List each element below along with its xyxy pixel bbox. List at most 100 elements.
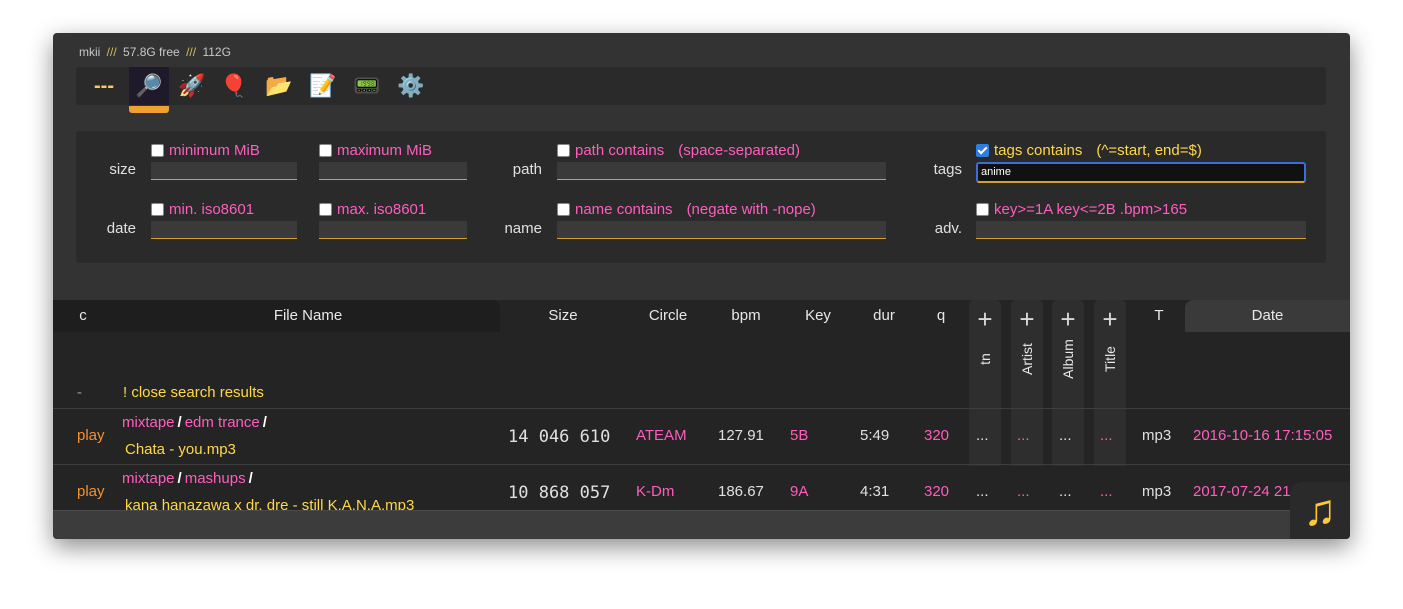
date-label: date <box>86 220 136 237</box>
path-breadcrumb: mixtape/edm trance/ <box>122 414 270 431</box>
path-filter: path contains(space-separated) <box>557 142 886 180</box>
title-value: ... <box>1100 427 1113 444</box>
col-tn-label: tn <box>977 353 993 365</box>
adv-checkbox[interactable] <box>976 203 989 216</box>
add-title-icon[interactable]: + <box>1094 304 1126 334</box>
col-key[interactable]: Key <box>796 300 840 332</box>
balloon-icon[interactable]: 🎈 <box>214 67 254 105</box>
path-breadcrumb: mixtape/mashups/ <box>122 470 256 487</box>
col-dur[interactable]: dur <box>863 300 905 332</box>
name-hint: (negate with -nope) <box>687 201 816 218</box>
key-value: 5B <box>790 427 808 444</box>
play-button[interactable]: play <box>77 483 105 500</box>
col-bpm[interactable]: bpm <box>721 300 771 332</box>
path-checkbox[interactable] <box>557 144 570 157</box>
type-value: mp3 <box>1142 483 1171 500</box>
play-button[interactable]: play <box>77 427 105 444</box>
key-value: 9A <box>790 483 808 500</box>
disk-info: mkii /// 57.8G free /// 112G <box>79 45 231 59</box>
col-file-name[interactable]: File Name <box>203 300 413 332</box>
col-title-label: Title <box>1102 346 1118 372</box>
name-filter: name contains(negate with -nope) <box>557 201 886 239</box>
dash-button[interactable]: --- <box>84 67 124 105</box>
table-row: play mixtape/edm trance/ Chata - you.mp3… <box>53 408 1350 465</box>
adv-input[interactable] <box>976 221 1306 239</box>
dir-link[interactable]: mixtape <box>122 414 175 431</box>
disk-free: 57.8G free <box>123 45 180 59</box>
min-date-filter: min. iso8601 <box>151 201 297 239</box>
col-album-label: Album <box>1060 339 1076 379</box>
adv-hint-label: key>=1A key<=2B .bpm>165 <box>994 201 1187 218</box>
music-note-icon[interactable]: ♫ <box>1290 482 1350 539</box>
min-date-checkbox[interactable] <box>151 203 164 216</box>
path-slash: / <box>178 470 182 487</box>
col-t[interactable]: T <box>1143 300 1175 332</box>
path-slash: / <box>178 414 182 431</box>
min-mib-checkbox[interactable] <box>151 144 164 157</box>
date-value: 2016-10-16 17:15:05 <box>1193 427 1332 444</box>
file-size: 14 046 610 <box>508 427 610 447</box>
disk-sep: /// <box>107 45 117 59</box>
search-filter-panel: size date path name tags adv. minimum Mi… <box>76 131 1326 263</box>
tags-checkbox[interactable] <box>976 144 989 157</box>
col-artist-label: Artist <box>1019 343 1035 375</box>
path-hint: (space-separated) <box>678 142 800 159</box>
bpm-value: 127.91 <box>718 427 764 444</box>
tags-contains-label: tags contains <box>994 142 1082 159</box>
folder-icon[interactable]: 📂 <box>259 67 299 105</box>
pager-icon[interactable]: 📟 <box>347 67 387 105</box>
circle-value: K-Dm <box>636 483 674 500</box>
min-date-input[interactable] <box>151 221 297 239</box>
max-date-input[interactable] <box>319 221 467 239</box>
type-value: mp3 <box>1142 427 1171 444</box>
search-tab-icon[interactable]: 🔎 <box>129 67 169 105</box>
dir-link[interactable]: edm trance <box>185 414 260 431</box>
tn-value: ... <box>976 483 989 500</box>
col-c[interactable]: c <box>63 300 103 332</box>
max-mib-input[interactable] <box>319 162 467 180</box>
disk-total: 112G <box>202 45 230 59</box>
path-slash: / <box>263 414 267 431</box>
toolbar: --- 🔎 🚀 🎈 📂 📝 📟 ⚙️ <box>76 67 1326 105</box>
dur-value: 4:31 <box>860 483 889 500</box>
footer-bar <box>53 510 1350 539</box>
album-value: ... <box>1059 427 1072 444</box>
q-value: 320 <box>924 483 949 500</box>
path-input[interactable] <box>557 162 886 180</box>
close-search-link[interactable]: ! close search results <box>123 384 264 401</box>
tags-input[interactable]: anime <box>976 162 1306 183</box>
gear-icon[interactable]: ⚙️ <box>391 67 431 105</box>
col-date[interactable]: Date <box>1185 300 1350 332</box>
min-mib-input[interactable] <box>151 162 297 180</box>
disk-name: mkii <box>79 45 100 59</box>
col-size[interactable]: Size <box>523 300 603 332</box>
add-tn-icon[interactable]: + <box>969 304 1001 334</box>
add-album-icon[interactable]: + <box>1052 304 1084 334</box>
results-table: c File Name Size Circle bpm Key dur q T … <box>53 300 1350 510</box>
title-value: ... <box>1100 483 1113 500</box>
min-date-label: min. iso8601 <box>169 201 254 218</box>
dur-value: 5:49 <box>860 427 889 444</box>
notepad-icon[interactable]: 📝 <box>303 67 343 105</box>
max-date-checkbox[interactable] <box>319 203 332 216</box>
album-value: ... <box>1059 483 1072 500</box>
max-mib-checkbox[interactable] <box>319 144 332 157</box>
name-input[interactable] <box>557 221 886 239</box>
dir-link[interactable]: mashups <box>185 470 246 487</box>
rocket-icon[interactable]: 🚀 <box>172 67 212 105</box>
close-dash: - <box>77 384 82 401</box>
name-checkbox[interactable] <box>557 203 570 216</box>
app-window: mkii /// 57.8G free /// 112G --- 🔎 🚀 🎈 📂… <box>53 33 1350 539</box>
bpm-value: 186.67 <box>718 483 764 500</box>
adv-filter: key>=1A key<=2B .bpm>165 <box>976 201 1306 239</box>
name-label: name <box>476 220 542 237</box>
size-label: size <box>86 161 136 178</box>
max-date-label: max. iso8601 <box>337 201 426 218</box>
add-artist-icon[interactable]: + <box>1011 304 1043 334</box>
dir-link[interactable]: mixtape <box>122 470 175 487</box>
q-value: 320 <box>924 427 949 444</box>
col-q[interactable]: q <box>925 300 957 332</box>
artist-value: ... <box>1017 483 1030 500</box>
max-mib-filter: maximum MiB <box>319 142 467 180</box>
col-circle[interactable]: Circle <box>633 300 703 332</box>
